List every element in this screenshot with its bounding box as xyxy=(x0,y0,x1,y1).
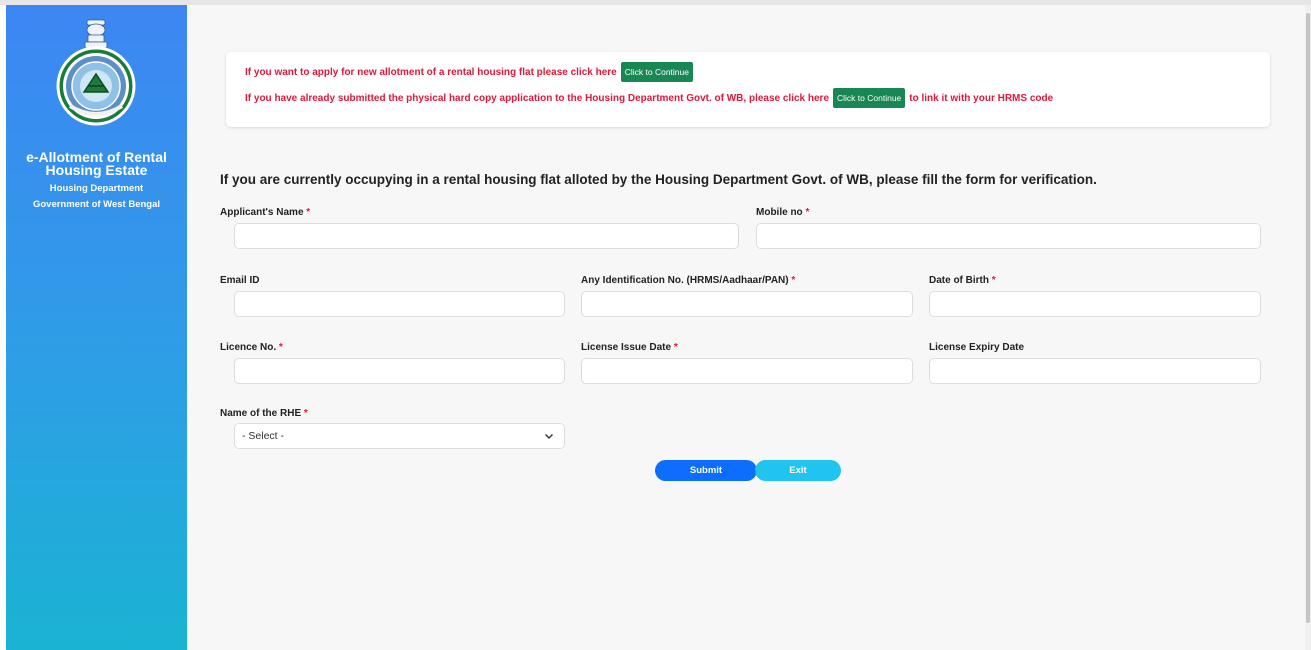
license-expiry-date-label: License Expiry Date xyxy=(929,342,1025,353)
identification-no-label: Any Identification No. (HRMS/Aadhaar/PAN… xyxy=(581,275,796,286)
applicant-name-input[interactable] xyxy=(234,223,739,249)
continue-new-allotment-button[interactable]: Click to Continue xyxy=(620,62,693,82)
page-scrollbar[interactable] xyxy=(1305,5,1311,650)
sidebar: e-Allotment of Rental Housing Estate Hou… xyxy=(6,5,187,650)
email-id-label: Email ID xyxy=(220,275,260,286)
government-name: Government of West Bengal xyxy=(32,199,161,210)
continue-link-hrms-button[interactable]: Click to Continue xyxy=(833,88,906,108)
link-hrms-notice: If you have already submitted the physic… xyxy=(245,88,1053,108)
exit-button[interactable]: Exit xyxy=(755,460,841,481)
rhe-name-selected: - Select - xyxy=(242,430,285,442)
link-hrms-text: If you have already submitted the physic… xyxy=(245,92,830,104)
mobile-no-input[interactable] xyxy=(756,223,1261,249)
submit-button[interactable]: Submit xyxy=(655,460,757,481)
rhe-name-label: Name of the RHE * xyxy=(220,408,308,419)
license-expiry-date-input[interactable] xyxy=(929,358,1261,384)
email-id-input[interactable] xyxy=(234,291,565,317)
identification-no-input[interactable] xyxy=(581,291,913,317)
chevron-down-icon xyxy=(545,434,553,439)
link-hrms-suffix: to link it with your HRMS code xyxy=(909,92,1054,104)
date-of-birth-input[interactable] xyxy=(929,291,1261,317)
rhe-name-select[interactable]: - Select - xyxy=(234,423,565,449)
department-name: Housing Department xyxy=(49,183,144,194)
date-of-birth-label: Date of Birth * xyxy=(929,275,996,286)
west-bengal-emblem-icon xyxy=(56,19,136,126)
new-allotment-text: If you want to apply for new allotment o… xyxy=(245,66,617,78)
app-title: e-Allotment of Rental Housing Estate xyxy=(6,150,187,178)
new-allotment-notice: If you want to apply for new allotment o… xyxy=(245,62,697,82)
licence-no-input[interactable] xyxy=(234,358,565,384)
license-issue-date-input[interactable] xyxy=(581,358,913,384)
app-title-line2: Housing Estate xyxy=(45,162,148,178)
mobile-no-label: Mobile no * xyxy=(756,207,810,218)
applicant-name-label: Applicant's Name * xyxy=(220,207,311,218)
license-issue-date-label: License Issue Date * xyxy=(581,342,678,353)
notice-card: If you want to apply for new allotment o… xyxy=(226,52,1270,127)
licence-no-label: Licence No. * xyxy=(220,342,283,353)
scrollbar-thumb[interactable] xyxy=(1306,13,1310,623)
form-heading: If you are currently occupying in a rent… xyxy=(220,172,1097,187)
main-content: If you want to apply for new allotment o… xyxy=(187,5,1305,650)
